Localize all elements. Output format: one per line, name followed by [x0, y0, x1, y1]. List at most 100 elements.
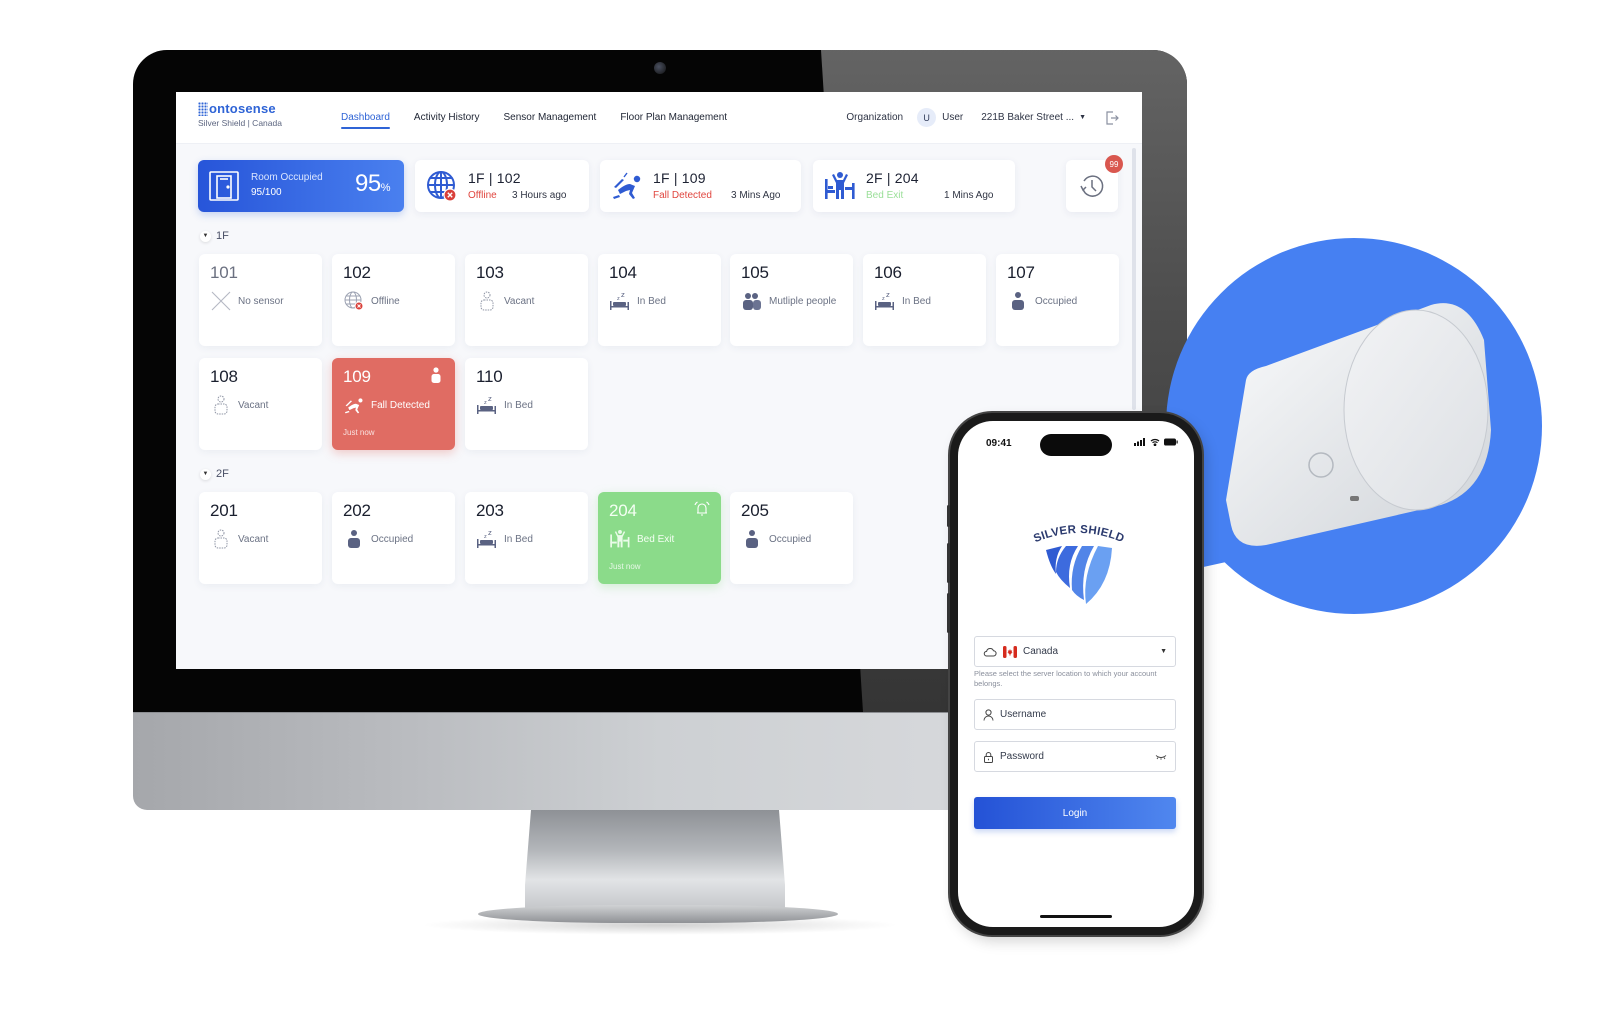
- room-number: 109: [343, 367, 371, 386]
- tab-activity-history[interactable]: Activity History: [414, 112, 480, 123]
- occupied-icon: [746, 530, 758, 548]
- occupancy-percent-value: 95: [355, 170, 381, 197]
- alert-status: Fall Detected: [653, 190, 712, 201]
- room-card-105[interactable]: 105 Mutliple people: [730, 254, 853, 346]
- floor-toggle-2f[interactable]: ▼ 2F: [200, 468, 229, 480]
- alert-card-bed-exit[interactable]: 2F | 204 Bed Exit 1 Mins Ago: [813, 160, 1015, 212]
- logout-icon[interactable]: [1104, 110, 1120, 126]
- fall-icon: [344, 398, 363, 414]
- room-number: 205: [741, 501, 769, 520]
- room-card-103[interactable]: 103 Vacant: [465, 254, 588, 346]
- room-card-106[interactable]: 106 zz In Bed: [863, 254, 986, 346]
- organization-link[interactable]: Organization: [846, 112, 903, 123]
- server-location-hint: Please select the server location to whi…: [974, 669, 1157, 688]
- server-location-select[interactable]: Canada ▼: [974, 636, 1176, 667]
- tab-dashboard[interactable]: Dashboard: [341, 112, 390, 129]
- history-button[interactable]: 99: [1066, 155, 1123, 212]
- multiple-people-icon: [743, 293, 761, 310]
- bed-exit-icon: [825, 172, 855, 199]
- webcam-icon: [654, 62, 666, 74]
- floor-label: 1F: [216, 230, 229, 242]
- svg-text:z: z: [488, 395, 492, 403]
- phone-screen: 09:41 SILVER SHIELD Canada ▼ Please sele…: [958, 421, 1194, 927]
- avatar[interactable]: U: [917, 108, 937, 127]
- alert-status: Offline: [468, 190, 497, 201]
- chevron-down-icon: ▼: [1079, 114, 1086, 121]
- brand-p-icon: [198, 102, 208, 116]
- signal-icon: [1134, 438, 1145, 446]
- in-bed-icon: zz: [610, 291, 629, 310]
- user-name[interactable]: User: [942, 112, 963, 123]
- scrollbar[interactable]: [1132, 148, 1136, 410]
- phone: 09:41 SILVER SHIELD Canada ▼ Please sele…: [947, 413, 1202, 935]
- address-value: 221B Baker Street ...: [981, 112, 1075, 123]
- brand-logo[interactable]: ontosense Silver Shield | Canada: [198, 101, 282, 128]
- alert-card-fall[interactable]: 1F | 109 Fall Detected 3 Mins Ago: [600, 160, 801, 212]
- room-status: In Bed: [504, 534, 533, 545]
- room-event-time: Just now: [343, 428, 375, 437]
- eye-closed-icon[interactable]: [1155, 754, 1167, 760]
- room-number: 107: [1007, 263, 1035, 282]
- top-nav: ontosense Silver Shield | Canada Dashboa…: [176, 92, 1142, 144]
- room-card-102[interactable]: 102 Offline: [332, 254, 455, 346]
- room-card-109[interactable]: 109 Fall Detected Just now: [332, 358, 455, 450]
- room-status: Vacant: [504, 296, 535, 307]
- history-icon: [1080, 175, 1104, 197]
- alert-location: 2F | 204: [866, 170, 919, 186]
- in-bed-icon: zz: [477, 529, 496, 548]
- room-number: 108: [210, 367, 238, 386]
- room-card-101[interactable]: 101 No sensor: [199, 254, 322, 346]
- login-button[interactable]: Login: [974, 797, 1176, 829]
- fall-icon: [613, 172, 641, 199]
- nav-tabs: Dashboard Activity History Sensor Manage…: [341, 112, 727, 129]
- alert-location: 1F | 109: [653, 170, 706, 186]
- phone-side-button: [947, 543, 950, 583]
- tab-floor-plan-management[interactable]: Floor Plan Management: [620, 112, 727, 123]
- room-card-104[interactable]: 104 zz In Bed: [598, 254, 721, 346]
- occupancy-card[interactable]: Room Occupied 95/100 95%: [198, 160, 404, 212]
- password-field[interactable]: Password: [974, 741, 1176, 772]
- canada-flag-icon: [1003, 645, 1017, 658]
- room-number: 104: [609, 263, 637, 282]
- username-field[interactable]: Username: [974, 699, 1176, 730]
- alert-time: 3 Mins Ago: [731, 190, 781, 201]
- password-placeholder: Password: [1000, 751, 1044, 762]
- battery-icon: [1164, 438, 1178, 446]
- room-card-203[interactable]: 203 zz In Bed: [465, 492, 588, 584]
- brand-name-row: ontosense: [198, 101, 282, 116]
- alert-card-offline[interactable]: 1F | 102 Offline 3 Hours ago: [415, 160, 589, 212]
- room-card-108[interactable]: 108 Vacant: [199, 358, 322, 450]
- server-location-value: Canada: [1023, 646, 1059, 657]
- phone-side-button: [947, 593, 950, 633]
- room-number: 106: [874, 263, 902, 282]
- vacant-icon: [480, 291, 494, 311]
- silver-shield-logo: SILVER SHIELD: [1032, 524, 1126, 604]
- room-card-201[interactable]: 201 Vacant: [199, 492, 322, 584]
- floor-toggle-1f[interactable]: ▼ 1F: [200, 230, 229, 242]
- brand-subtitle: Silver Shield | Canada: [198, 118, 282, 128]
- room-status: Occupied: [769, 534, 812, 545]
- room-card-110[interactable]: 110 zz In Bed: [465, 358, 588, 450]
- alert-time: 3 Hours ago: [512, 190, 567, 201]
- room-event-time: Just now: [609, 562, 641, 571]
- home-indicator: [1040, 915, 1112, 918]
- room-number: 105: [741, 263, 769, 282]
- product-showcase: ontosense Silver Shield | Canada Dashboa…: [0, 0, 1600, 1033]
- wifi-icon: [1150, 438, 1160, 446]
- door-icon: [209, 171, 239, 201]
- room-number: 201: [210, 501, 238, 520]
- room-card-204[interactable]: 204 Bed Exit Just now: [598, 492, 721, 584]
- occupancy-label: Room Occupied: [251, 172, 323, 183]
- occupied-icon: [1012, 292, 1024, 310]
- room-card-205[interactable]: 205 Occupied: [730, 492, 853, 584]
- tab-sensor-management[interactable]: Sensor Management: [503, 112, 596, 123]
- room-status: Vacant: [238, 534, 269, 545]
- address-dropdown[interactable]: 221B Baker Street ... ▼: [981, 112, 1086, 123]
- room-card-107[interactable]: 107 Occupied: [996, 254, 1119, 346]
- occupancy-percent-unit: %: [380, 182, 391, 194]
- room-status: Vacant: [238, 400, 269, 411]
- room-number: 204: [609, 501, 637, 520]
- logo-text: SILVER SHIELD: [1032, 524, 1126, 545]
- room-card-202[interactable]: 202 Occupied: [332, 492, 455, 584]
- alert-status: Bed Exit: [866, 190, 904, 201]
